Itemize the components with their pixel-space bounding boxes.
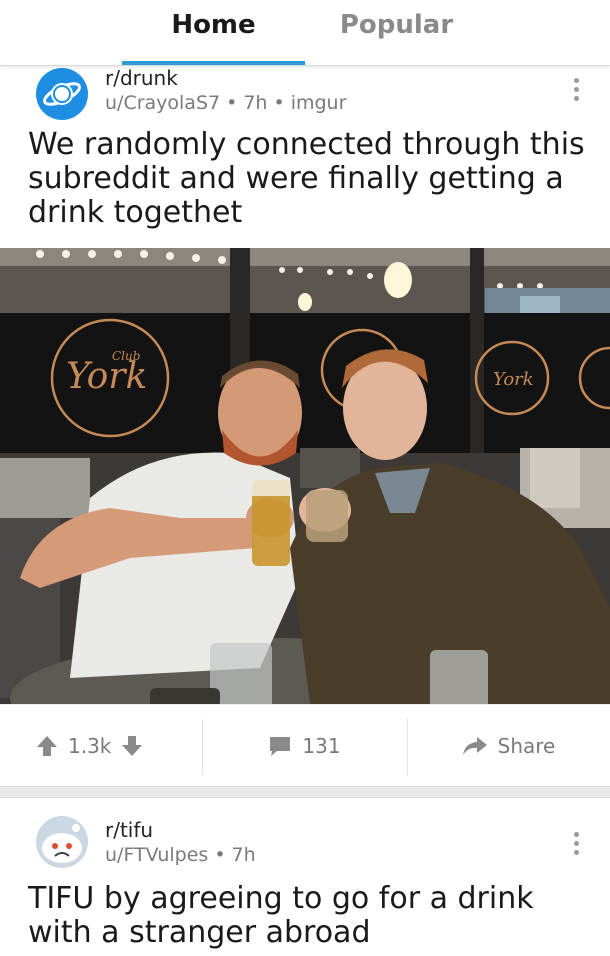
tab-popular[interactable]: Popular [305,10,488,46]
planet-icon [43,82,81,106]
post-domain[interactable]: imgur [291,92,347,114]
post-age: 7h [243,92,268,114]
meta-separator: • [214,844,226,866]
vote-group: 1.3k [36,705,201,787]
comment-count: 131 [302,734,341,758]
meta-separator: • [226,92,238,114]
post-actions-bar: 1.3k 131 Share [0,704,610,786]
post-author[interactable]: u/CrayolaS7 [105,92,220,114]
photo-sign-small: Club [112,349,140,363]
subreddit-name[interactable]: r/drunk [105,66,178,90]
post-card[interactable]: r/tifu u/FTVulpes • 7h TIFU by agreeing to… [0,798,610,956]
post-age: 7h [231,844,256,866]
meta-separator: • [273,92,285,114]
more-icon[interactable] [566,832,586,860]
upvote-icon[interactable] [36,735,58,757]
share-icon [462,735,488,757]
feed-separator [0,786,610,798]
subreddit-name[interactable]: r/tifu [105,818,153,842]
tab-home[interactable]: Home [122,10,305,46]
post-image[interactable]: York Club York [0,248,610,704]
sad-snoo-icon [42,824,82,863]
share-button[interactable]: Share [407,705,610,787]
more-icon[interactable] [566,78,586,106]
subreddit-avatar[interactable] [36,68,88,120]
comments-button[interactable]: 131 [202,705,407,787]
downvote-icon[interactable] [121,735,143,757]
share-label: Share [497,734,556,758]
post-meta: u/FTVulpes • 7h [105,844,256,866]
vote-count: 1.3k [68,734,112,758]
post-meta: u/CrayolaS7 • 7h • imgur [105,92,346,114]
active-tab-indicator [122,61,305,65]
post-author[interactable]: u/FTVulpes [105,844,208,866]
post-title[interactable]: We randomly connected through this subre… [28,128,588,230]
comment-icon [268,735,292,757]
post-title[interactable]: TIFU by agreeing to go for a drink with … [28,882,588,950]
subreddit-avatar[interactable] [36,816,88,868]
photo-sign-text-2: York [493,369,534,390]
top-tab-bar: Home Popular [0,0,610,66]
post-card[interactable]: r/drunk u/CrayolaS7 • 7h • imgur We randomly… [0,66,610,786]
